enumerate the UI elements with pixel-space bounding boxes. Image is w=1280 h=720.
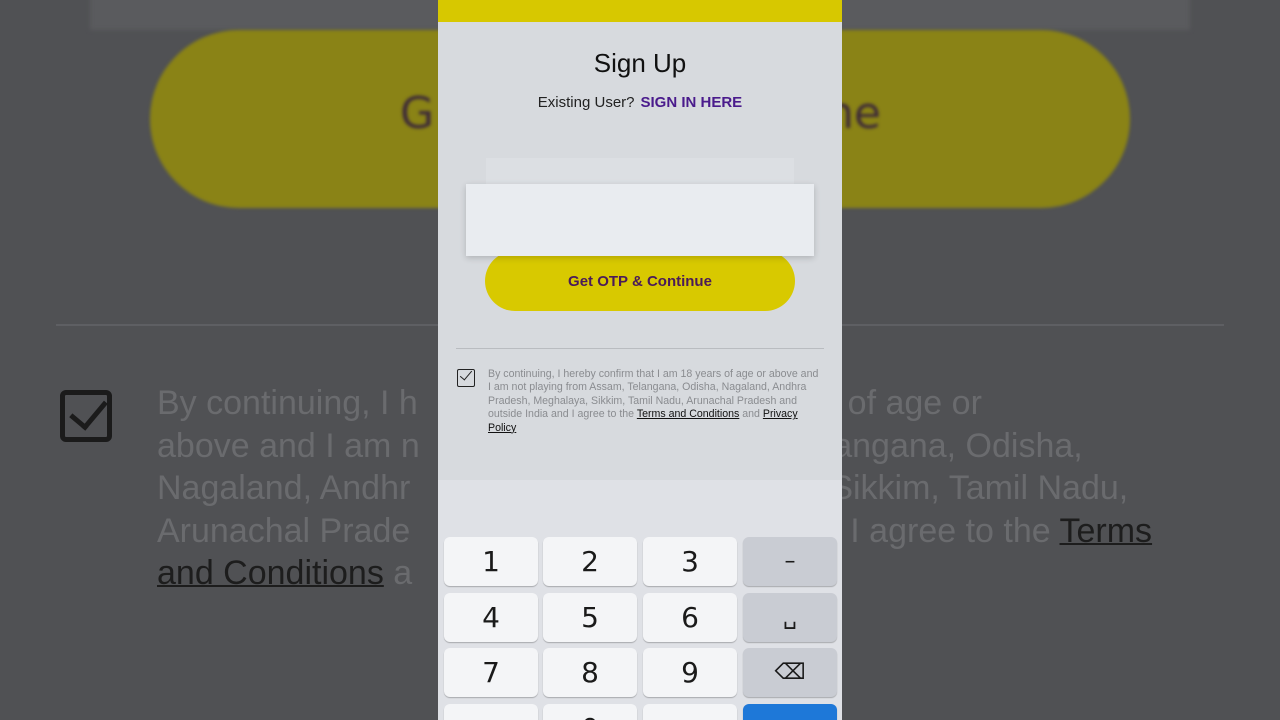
phone-screen: Sign Up Existing User? SIGN IN HERE Get O… [438, 0, 842, 720]
key-3[interactable]: 3 [643, 537, 737, 586]
backspace-key-icon[interactable]: ⌫ [743, 648, 837, 697]
sign-in-link[interactable]: SIGN IN HERE [641, 94, 743, 111]
key-5[interactable]: 5 [543, 593, 637, 642]
bg-checkbox-icon [60, 390, 112, 442]
key-blank-right[interactable] [643, 704, 737, 720]
key-6[interactable]: 6 [643, 593, 737, 642]
numeric-keyboard: 1 2 3 – 4 5 6 ␣ 7 8 9 ⌫ 0 [438, 480, 842, 720]
existing-user-label: Existing User? [537, 94, 635, 111]
key-1[interactable]: 1 [444, 537, 538, 586]
field-shadow [486, 158, 794, 186]
get-otp-button[interactable]: Get OTP & Continue [485, 251, 795, 311]
existing-user-row: Existing User? SIGN IN HERE [438, 94, 842, 111]
terms-link[interactable]: Terms and Conditions [637, 408, 739, 420]
key-7[interactable]: 7 [444, 648, 538, 697]
key-dash[interactable]: – [743, 537, 837, 586]
key-go[interactable] [743, 704, 837, 720]
key-space[interactable]: ␣ [743, 593, 837, 642]
key-2[interactable]: 2 [543, 537, 637, 586]
divider [456, 348, 824, 349]
key-4[interactable]: 4 [444, 593, 538, 642]
consent-checkbox-icon[interactable] [457, 369, 475, 387]
key-8[interactable]: 8 [543, 648, 637, 697]
key-blank-left[interactable] [444, 704, 538, 720]
mobile-number-input[interactable] [466, 184, 814, 256]
key-0[interactable]: 0 [543, 704, 637, 720]
consent-text: By continuing, I hereby confirm that I a… [488, 368, 819, 434]
top-accent-bar [438, 0, 842, 22]
page-title: Sign Up [593, 48, 687, 78]
key-9[interactable]: 9 [643, 648, 737, 697]
